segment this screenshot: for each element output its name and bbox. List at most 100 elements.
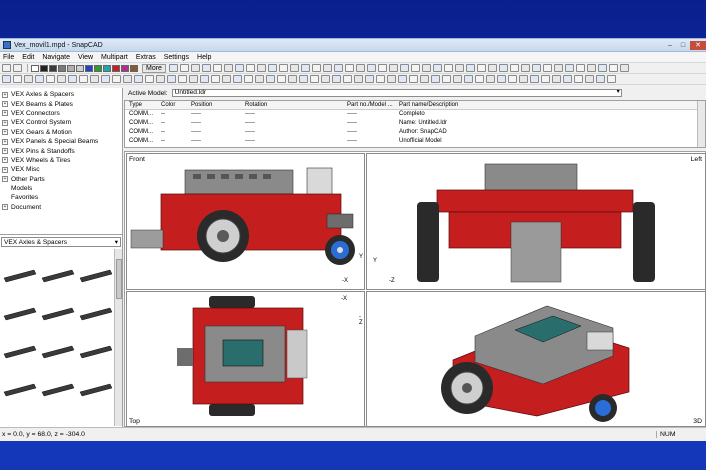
toolbar-tool-icon[interactable] [189, 75, 198, 83]
tree-item[interactable]: + VEX Pins & Standoffs [2, 146, 122, 155]
axle-part-thumbnail[interactable] [41, 383, 75, 397]
toolbar-tool-icon[interactable] [376, 75, 385, 83]
expand-icon[interactable]: + [2, 129, 8, 136]
toolbar-tool-icon[interactable] [574, 75, 583, 83]
tree-item[interactable]: + VEX Beams & Plates [2, 99, 122, 108]
toolbar-tool-icon[interactable] [322, 64, 332, 72]
toolbar-tool-icon[interactable] [179, 64, 189, 72]
color-swatch[interactable] [31, 64, 39, 72]
category-select[interactable]: VEX Axles & Spacers ▾ [1, 237, 121, 247]
toolbar-tool-icon[interactable] [79, 75, 88, 83]
toolbar-tool-icon[interactable] [244, 75, 253, 83]
color-swatch[interactable] [94, 64, 102, 72]
toolbar-tool-icon[interactable] [608, 64, 618, 72]
tree-item[interactable]: + VEX Axles & Spacers [2, 90, 122, 99]
axle-part-thumbnail[interactable] [41, 345, 75, 359]
expand-icon[interactable]: + [2, 166, 8, 173]
toolbar-tool-icon[interactable] [377, 64, 387, 72]
table-row[interactable]: COMM... -- ----- ----- ----- Author: SnapCAD [125, 128, 705, 137]
color-swatch[interactable] [121, 64, 129, 72]
toolbar-tool-icon[interactable] [35, 75, 44, 83]
menu-multipart[interactable]: Multipart [101, 54, 128, 61]
col-part-no[interactable]: Part no./Model ... [347, 102, 399, 108]
color-swatch[interactable] [58, 64, 66, 72]
toolbar-tool-icon[interactable] [596, 75, 605, 83]
color-swatch[interactable] [85, 64, 93, 72]
toolbar-tool-icon[interactable] [563, 75, 572, 83]
toolbar-tool-icon[interactable] [300, 64, 310, 72]
toolbar-tool-icon[interactable] [366, 64, 376, 72]
toolbar-tool-icon[interactable] [200, 75, 209, 83]
toolbar-tool-icon[interactable] [509, 64, 519, 72]
toolbar-tool-icon[interactable] [487, 64, 497, 72]
toolbar-tool-icon[interactable] [234, 64, 244, 72]
axle-part-thumbnail[interactable] [79, 269, 113, 283]
toolbar-tool-icon[interactable] [145, 75, 154, 83]
toolbar-tool-icon[interactable] [410, 64, 420, 72]
toolbar-tool-icon[interactable] [333, 64, 343, 72]
toolbar-tool-icon[interactable] [288, 75, 297, 83]
tree-item[interactable]: + VEX Panels & Special Beams [2, 137, 122, 146]
toolbar-tool-icon[interactable] [486, 75, 495, 83]
toolbar-tool-icon[interactable] [278, 64, 288, 72]
toolbar-tool-icon[interactable] [453, 75, 462, 83]
toolbar-tool-icon[interactable] [332, 75, 341, 83]
expand-icon[interactable]: + [2, 176, 8, 183]
axle-part-thumbnail[interactable] [3, 345, 37, 359]
viewport-front[interactable]: Front Y -X [126, 153, 365, 290]
scroll-thumb[interactable] [116, 259, 122, 299]
toolbar-tool-icon[interactable] [365, 75, 374, 83]
axle-part-thumbnail[interactable] [3, 307, 37, 321]
color-swatch[interactable] [130, 64, 138, 72]
toolbar-tool-icon[interactable] [223, 64, 233, 72]
toolbar-tool-icon[interactable] [212, 64, 222, 72]
open-file-icon[interactable] [13, 64, 22, 72]
axle-part-thumbnail[interactable] [79, 307, 113, 321]
expand-icon[interactable]: + [2, 148, 8, 155]
toolbar-tool-icon[interactable] [564, 64, 574, 72]
toolbar-tool-icon[interactable] [575, 64, 585, 72]
toolbar-tool-icon[interactable] [508, 75, 517, 83]
toolbar-tool-icon[interactable] [497, 75, 506, 83]
expand-icon[interactable]: + [2, 138, 8, 145]
toolbar-tool-icon[interactable] [476, 64, 486, 72]
color-swatch[interactable] [49, 64, 57, 72]
toolbar-tool-icon[interactable] [233, 75, 242, 83]
toolbar-tool-icon[interactable] [541, 75, 550, 83]
toolbar-tool-icon[interactable] [585, 75, 594, 83]
toolbar-tool-icon[interactable] [46, 75, 55, 83]
toolbar-tool-icon[interactable] [552, 75, 561, 83]
toolbar-tool-icon[interactable] [475, 75, 484, 83]
toolbar-tool-icon[interactable] [607, 75, 616, 83]
toolbar-tool-icon[interactable] [256, 64, 266, 72]
toolbar-tool-icon[interactable] [443, 64, 453, 72]
table-row[interactable]: COMM... -- ----- ----- ----- Name: Untitled.l… [125, 119, 705, 128]
toolbar-tool-icon[interactable] [530, 75, 539, 83]
tree-item[interactable]: + VEX Control System [2, 118, 122, 127]
toolbar-tool-icon[interactable] [266, 75, 275, 83]
axle-part-thumbnail[interactable] [3, 383, 37, 397]
toolbar-tool-icon[interactable] [57, 75, 66, 83]
expand-icon[interactable]: + [2, 91, 8, 98]
toolbar-tool-icon[interactable] [321, 75, 330, 83]
toolbar-tool-icon[interactable] [387, 75, 396, 83]
tree-item[interactable]: + VEX Wheels & Tires [2, 156, 122, 165]
expand-icon[interactable]: + [2, 101, 8, 108]
expand-icon[interactable]: + [2, 204, 8, 211]
toolbar-tool-icon[interactable] [520, 64, 530, 72]
toolbar-tool-icon[interactable] [24, 75, 33, 83]
toolbar-tool-icon[interactable] [531, 64, 541, 72]
col-rotation[interactable]: Rotation [245, 102, 347, 108]
tree-item[interactable]: + VEX Misc [2, 165, 122, 174]
toolbar-tool-icon[interactable] [134, 75, 143, 83]
toolbar-tool-icon[interactable] [101, 75, 110, 83]
toolbar-tool-icon[interactable] [442, 75, 451, 83]
toolbar-tool-icon[interactable] [311, 64, 321, 72]
toolbar-tool-icon[interactable] [168, 64, 178, 72]
maximize-button[interactable]: □ [677, 41, 689, 50]
toolbar-tool-icon[interactable] [201, 64, 211, 72]
toolbar-tool-icon[interactable] [465, 64, 475, 72]
col-part-name[interactable]: Part name/Description [399, 102, 579, 108]
toolbar-tool-icon[interactable] [354, 75, 363, 83]
col-position[interactable]: Position [191, 102, 245, 108]
